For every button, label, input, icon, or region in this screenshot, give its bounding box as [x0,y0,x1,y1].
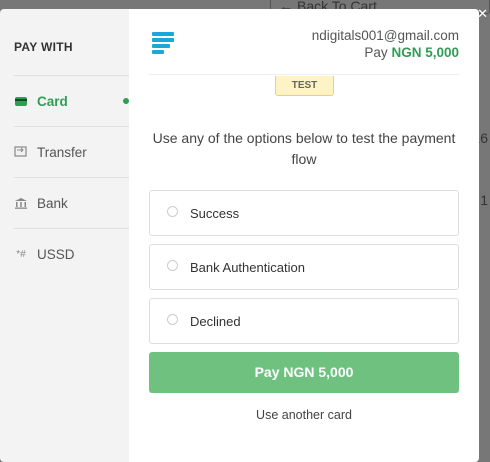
pay-prefix: Pay [364,45,388,60]
backdrop-value: 1 [480,192,488,208]
amount-value: NGN 5,000 [391,45,459,60]
sidebar-item-card[interactable]: Card [14,75,129,126]
option-declined[interactable]: Declined [149,298,459,344]
pay-button[interactable]: Pay NGN 5,000 [149,352,459,393]
radio-button[interactable] [167,314,178,325]
transfer-icon [14,146,28,158]
sidebar-item-ussd[interactable]: *# USSD [14,228,129,279]
ussd-icon: *# [16,248,26,260]
sidebar-title: PAY WITH [14,40,73,54]
checkout-modal: PAY WITH Card Transfer Bank *# USSD ndig… [0,9,479,462]
radio-button[interactable] [167,206,178,217]
use-another-card-link[interactable]: Use another card [149,408,459,422]
option-success[interactable]: Success [149,190,459,236]
sidebar-item-label: Transfer [37,144,87,160]
sidebar-item-label: USSD [37,246,75,262]
customer-email: ndigitals001@gmail.com [311,28,459,43]
brand-logo-icon [152,32,176,54]
payment-header: ndigitals001@gmail.com Pay NGN 5,000 [149,9,459,75]
option-bank-authentication[interactable]: Bank Authentication [149,244,459,290]
payment-panel: ndigitals001@gmail.com Pay NGN 5,000 TES… [129,9,479,462]
payment-method-sidebar: PAY WITH Card Transfer Bank *# USSD [0,9,129,462]
sidebar-item-label: Card [37,93,68,109]
instruction-text: Use any of the options below to test the… [152,130,456,167]
pay-amount: Pay NGN 5,000 [364,45,459,60]
radio-button[interactable] [167,260,178,271]
sidebar-item-label: Bank [37,195,68,211]
option-label: Declined [190,313,241,329]
sidebar-item-transfer[interactable]: Transfer [14,126,129,177]
test-mode-badge: TEST [275,76,334,96]
option-label: Success [190,205,240,221]
bank-icon [14,197,28,209]
option-label: Bank Authentication [190,259,305,275]
sidebar-item-bank[interactable]: Bank [14,177,129,228]
card-icon [14,95,28,107]
